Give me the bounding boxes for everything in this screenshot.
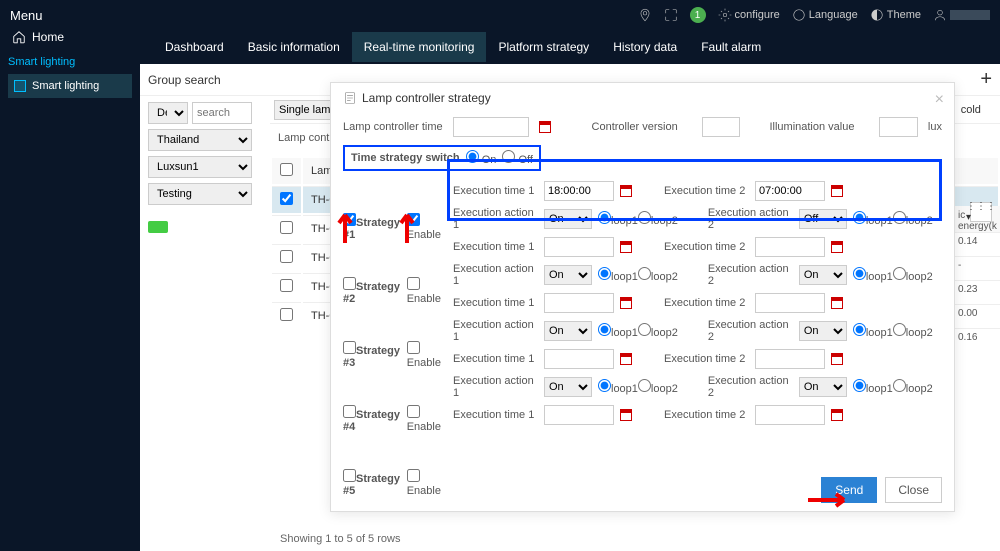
send-button[interactable]: Send: [821, 477, 877, 503]
calendar-icon[interactable]: [829, 351, 845, 367]
exec-action1-select-1[interactable]: On: [544, 209, 592, 229]
mode-select[interactable]: Testing: [148, 183, 252, 205]
calendar-icon[interactable]: [618, 183, 634, 199]
tab-platform-strategy[interactable]: Platform strategy: [486, 32, 601, 62]
strategy-1-enable[interactable]: Enable: [407, 213, 447, 241]
calendar-icon[interactable]: [618, 239, 634, 255]
strategy-3-enable[interactable]: Enable: [407, 341, 447, 369]
colortemp-value: cold: [961, 104, 981, 116]
lamp-icon: [14, 80, 26, 92]
exec-action2-select-3[interactable]: On: [799, 321, 847, 341]
exec-time2-input-2[interactable]: [755, 237, 825, 257]
top-header: Menu 1 configure Language Theme: [0, 0, 1000, 30]
theme-link[interactable]: Theme: [870, 8, 921, 22]
select-all-checkbox[interactable]: [280, 163, 293, 176]
country-select[interactable]: Thailand: [148, 129, 252, 151]
controller-version-input[interactable]: [702, 117, 740, 137]
tab-fault-alarm[interactable]: Fault alarm: [689, 32, 773, 62]
illumination-input[interactable]: [879, 117, 917, 137]
calendar-icon[interactable]: [618, 295, 634, 311]
exec-action2-select-2[interactable]: On: [799, 265, 847, 285]
lux-label: lux: [928, 121, 942, 133]
lamp-time-input[interactable]: [453, 117, 529, 137]
row-checkbox[interactable]: [280, 250, 293, 263]
language-link[interactable]: Language: [792, 8, 858, 22]
strategy-5-checkbox[interactable]: Strategy #5: [343, 469, 405, 497]
controller-version-label: Controller version: [592, 121, 692, 133]
device-select[interactable]: Devi: [148, 102, 188, 124]
tab-dashboard[interactable]: Dashboard: [153, 32, 236, 62]
strategy-4-enable[interactable]: Enable: [407, 405, 447, 433]
expand-icon[interactable]: [664, 8, 678, 22]
tree-item-icon[interactable]: [148, 221, 168, 233]
configure-link[interactable]: configure: [718, 8, 780, 22]
strategy-2-checkbox[interactable]: Strategy #2: [343, 277, 405, 305]
tab-realtime-monitoring[interactable]: Real-time monitoring: [352, 32, 487, 62]
calendar-icon[interactable]: [537, 119, 552, 135]
strategy-1-checkbox[interactable]: Strategy #1: [343, 213, 405, 241]
calendar-icon[interactable]: [829, 183, 845, 199]
calendar-icon[interactable]: [618, 351, 634, 367]
exec-action1-select-2[interactable]: On: [544, 265, 592, 285]
add-group-button[interactable]: +: [980, 68, 992, 91]
tab-history-data[interactable]: History data: [601, 32, 689, 62]
modal-title: Lamp controller strategy: [362, 91, 491, 105]
strategy-5-enable[interactable]: Enable: [407, 469, 447, 497]
tab-basic-info[interactable]: Basic information: [236, 32, 352, 62]
main-nav: Dashboard Basic information Real-time mo…: [0, 30, 1000, 64]
row-checkbox[interactable]: [280, 279, 293, 292]
row-checkbox[interactable]: [280, 192, 293, 205]
strategy-4-checkbox[interactable]: Strategy #4: [343, 405, 405, 433]
sidebar: Home Smart lighting Smart lighting: [0, 64, 140, 551]
exec-time2-input-3[interactable]: [755, 293, 825, 313]
group-search-label: Group search: [148, 73, 221, 87]
strategy-modal: × Lamp controller strategy Lamp controll…: [330, 82, 955, 512]
modal-header: Lamp controller strategy: [331, 83, 954, 113]
menu-label[interactable]: Menu: [10, 8, 43, 23]
notif-badge[interactable]: 1: [690, 7, 706, 23]
strategy-3-checkbox[interactable]: Strategy #3: [343, 341, 405, 369]
exec-time2-input-1[interactable]: [755, 181, 825, 201]
calendar-icon[interactable]: [829, 239, 845, 255]
right-table-fragment: ic energy(k 0.14 - 0.23 0.00 0.16: [954, 206, 1000, 352]
exec-time2-input-5[interactable]: [755, 405, 825, 425]
strategy-2-enable[interactable]: Enable: [407, 277, 447, 305]
calendar-icon[interactable]: [618, 407, 634, 423]
lamp-time-label: Lamp controller time: [343, 121, 443, 133]
location-icon[interactable]: [638, 8, 652, 22]
exec-time1-input-1[interactable]: [544, 181, 614, 201]
exec-time1-input-3[interactable]: [544, 293, 614, 313]
brand-select[interactable]: Luxsun1: [148, 156, 252, 178]
calendar-icon[interactable]: [829, 407, 845, 423]
exec-time1-input-2[interactable]: [544, 237, 614, 257]
grid-view-button[interactable]: ⋮⋮⋮ ▾: [970, 202, 992, 222]
exec-time1-input-4[interactable]: [544, 349, 614, 369]
close-button[interactable]: Close: [885, 477, 942, 503]
time-strategy-switch: Time strategy switch On Off: [343, 145, 541, 171]
switch-on[interactable]: On: [466, 150, 497, 166]
sidebar-section: Smart lighting: [8, 50, 132, 74]
sidebar-item-smart-lighting[interactable]: Smart lighting: [8, 74, 132, 98]
illumination-label: Illumination value: [769, 121, 869, 133]
row-checkbox[interactable]: [280, 308, 293, 321]
exec-time2-input-4[interactable]: [755, 349, 825, 369]
pagination-info: Showing 1 to 5 of 5 rows: [280, 533, 400, 545]
switch-off[interactable]: Off: [502, 150, 533, 166]
exec-action2-select-4[interactable]: On: [799, 377, 847, 397]
row-checkbox[interactable]: [280, 221, 293, 234]
sidebar-home[interactable]: Home: [8, 24, 132, 50]
user-icon[interactable]: [933, 8, 990, 22]
exec-action1-select-3[interactable]: On: [544, 321, 592, 341]
exec-time1-input-5[interactable]: [544, 405, 614, 425]
filters: Devi Thailand Luxsun1 Testing: [140, 96, 260, 239]
exec-action1-select-4[interactable]: On: [544, 377, 592, 397]
close-icon[interactable]: ×: [935, 91, 944, 109]
calendar-icon[interactable]: [829, 295, 845, 311]
search-input[interactable]: [192, 102, 252, 124]
exec-action2-select-1[interactable]: Off: [799, 209, 847, 229]
